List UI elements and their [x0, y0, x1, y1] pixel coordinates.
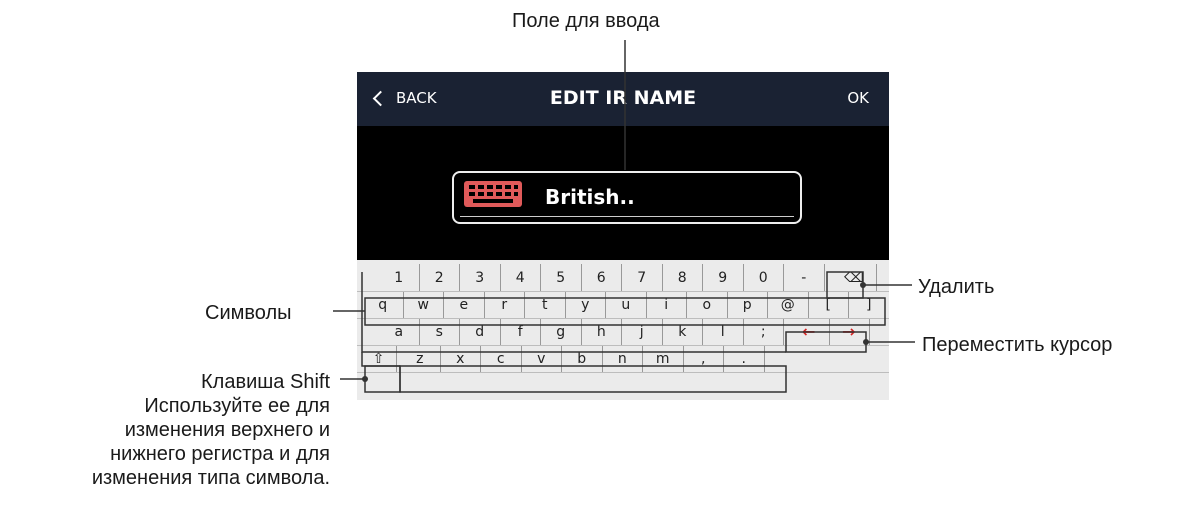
annotation-lines — [333, 40, 915, 393]
